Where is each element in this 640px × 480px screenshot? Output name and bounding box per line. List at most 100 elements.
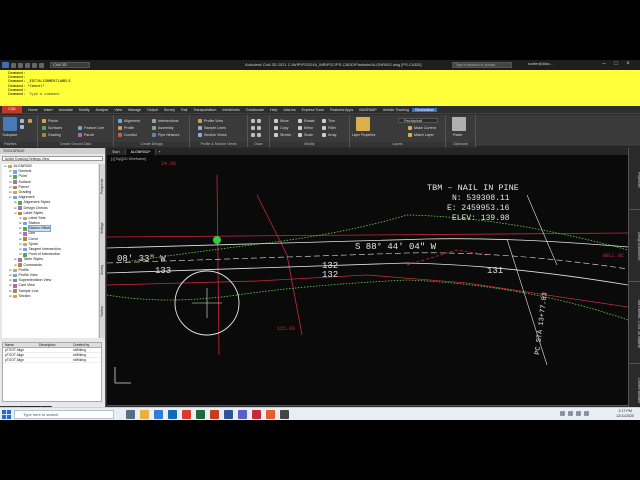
tab-home[interactable]: Home bbox=[25, 108, 41, 112]
tab-rail[interactable]: Rail bbox=[178, 108, 190, 112]
save-icon[interactable] bbox=[25, 62, 30, 68]
maximize-icon[interactable]: □ bbox=[612, 61, 620, 68]
tab-express-tools[interactable]: Express Tools bbox=[299, 108, 327, 112]
pipe-network-button[interactable]: Pipe Network bbox=[152, 132, 179, 137]
feature-line-button[interactable]: Feature Line bbox=[78, 125, 104, 130]
undo-icon[interactable] bbox=[32, 62, 37, 68]
column-header-name[interactable]: Name bbox=[3, 343, 37, 347]
civil3d-taskbar-icon[interactable] bbox=[252, 410, 261, 419]
open-icon[interactable] bbox=[18, 62, 23, 68]
tab-infraworks[interactable]: InfraWorks bbox=[219, 108, 242, 112]
sample-lines-button[interactable]: Sample Lines bbox=[198, 125, 226, 130]
tab-toolbox[interactable]: Toolbox bbox=[100, 292, 106, 332]
layer-dropdown[interactable]: PenAsphalt bbox=[398, 118, 438, 123]
app-icon-misc[interactable] bbox=[280, 410, 289, 419]
parcel-button[interactable]: Parcel bbox=[78, 132, 94, 137]
tab-settings[interactable]: Settings bbox=[100, 208, 106, 248]
app-menu-icon[interactable] bbox=[2, 62, 9, 68]
tab-annotate[interactable]: Annotate bbox=[56, 108, 76, 112]
design-automation-tab[interactable]: Design Automation bbox=[629, 212, 640, 282]
close-icon[interactable]: × bbox=[624, 61, 632, 68]
section-views-button[interactable]: Section Views bbox=[198, 132, 227, 137]
teams-icon[interactable] bbox=[238, 410, 247, 419]
tool-palettes-tab[interactable]: Tool Palettes - CIVIL 3D Imperial bbox=[629, 284, 640, 364]
excel-icon[interactable] bbox=[196, 410, 205, 419]
corridor-button[interactable]: Corridor bbox=[118, 132, 137, 137]
firefox-icon[interactable] bbox=[266, 410, 275, 419]
modify-group-label[interactable]: Modify bbox=[270, 142, 349, 147]
tab-manage[interactable]: Manage bbox=[125, 108, 144, 112]
tab-analyze[interactable]: Analyze bbox=[93, 108, 112, 112]
workspace-dropdown[interactable]: Civil 3D bbox=[50, 62, 90, 68]
alignment-button[interactable]: Alignment bbox=[118, 118, 140, 123]
battery-icon[interactable] bbox=[584, 411, 589, 416]
minimize-icon[interactable]: – bbox=[600, 61, 608, 68]
stretch-button[interactable]: Stretch bbox=[274, 132, 291, 137]
layers-group-label[interactable]: Layers bbox=[350, 142, 445, 147]
grading-button[interactable]: Grading bbox=[42, 132, 61, 137]
redo-icon[interactable] bbox=[39, 62, 44, 68]
points-button[interactable]: Points bbox=[42, 118, 58, 123]
tab-collaborate[interactable]: Collaborate bbox=[243, 108, 267, 112]
tab-modify[interactable]: Modify bbox=[76, 108, 93, 112]
clipboard-group-label[interactable]: Clipboard bbox=[446, 142, 475, 147]
layer-properties-icon[interactable] bbox=[356, 117, 370, 131]
circle-tool-icon[interactable] bbox=[251, 132, 263, 137]
tab-output[interactable]: Output bbox=[144, 108, 161, 112]
profile-button[interactable]: Profile bbox=[118, 125, 134, 130]
tray-chevron-icon[interactable] bbox=[560, 411, 565, 416]
tab-insert[interactable]: Insert bbox=[41, 108, 56, 112]
column-header-created-by[interactable]: Created by bbox=[71, 343, 101, 347]
table-row[interactable]: pTOOT Align rdWiking bbox=[3, 358, 101, 363]
profile-section-views-label[interactable]: Profile & Section Views bbox=[190, 142, 247, 147]
match-layer-button[interactable]: Match Layer bbox=[408, 132, 434, 137]
rotate-button[interactable]: Rotate bbox=[298, 118, 315, 123]
powerpoint-icon[interactable] bbox=[210, 410, 219, 419]
outlook-icon[interactable] bbox=[168, 410, 177, 419]
task-view-icon[interactable] bbox=[126, 410, 135, 419]
civil3d-logo[interactable]: C3D bbox=[2, 106, 22, 113]
line-tool-icon[interactable] bbox=[251, 118, 263, 123]
windows-start-icon[interactable] bbox=[2, 410, 11, 419]
toolspace-view-dropdown[interactable]: Active Drawing Settings View bbox=[2, 156, 103, 161]
create-ground-data-label[interactable]: Create Ground Data bbox=[38, 142, 113, 147]
chrome-icon[interactable] bbox=[182, 410, 191, 419]
palette-icon-3[interactable] bbox=[28, 118, 34, 123]
tab-survey[interactable]: Survey bbox=[100, 250, 106, 290]
paste-icon[interactable] bbox=[452, 117, 466, 131]
move-button[interactable]: Move bbox=[274, 118, 289, 123]
new-icon[interactable] bbox=[11, 62, 16, 68]
command-input[interactable]: Type a command bbox=[29, 93, 59, 97]
tab-vehicle-tracking[interactable]: Vehicle Tracking bbox=[380, 108, 412, 112]
trim-button[interactable]: Trim bbox=[322, 118, 335, 123]
profile-view-button[interactable]: Profile View bbox=[198, 118, 223, 123]
palette-icon-1[interactable] bbox=[20, 118, 26, 123]
layer-properties-button[interactable]: Layer Properties bbox=[352, 132, 375, 137]
cad-drawing[interactable]: TBM – NAIL IN PINE N: 539308.11 E: 24599… bbox=[107, 155, 628, 405]
toolspace-button[interactable]: Toolspace bbox=[2, 132, 17, 137]
tab-add-ins[interactable]: Add-ins bbox=[280, 108, 298, 112]
word-icon[interactable] bbox=[224, 410, 233, 419]
array-button[interactable]: Array bbox=[322, 132, 337, 137]
edge-icon[interactable] bbox=[154, 410, 163, 419]
paste-button[interactable]: Paste bbox=[453, 132, 462, 137]
assembly-button[interactable]: Assembly bbox=[152, 125, 174, 130]
taskbar-search-input[interactable]: Type here to search bbox=[14, 410, 114, 419]
toolspace-title[interactable]: TOOLSPACE bbox=[0, 148, 105, 154]
file-explorer-icon[interactable] bbox=[140, 410, 149, 419]
intersections-button[interactable]: Intersections bbox=[152, 118, 178, 123]
tab-survey[interactable]: Survey bbox=[161, 108, 178, 112]
make-current-button[interactable]: Make Current bbox=[408, 125, 436, 130]
tab-geolocation[interactable]: Geolocation bbox=[411, 107, 438, 112]
draw-group-label[interactable]: Draw bbox=[248, 142, 269, 147]
tree-item[interactable]: ⊞ Section bbox=[2, 294, 98, 299]
tab-view[interactable]: View bbox=[111, 108, 125, 112]
copy-button[interactable]: Copy bbox=[274, 125, 288, 130]
help-search-input[interactable]: Type a keyword or phrase bbox=[452, 62, 512, 68]
system-clock[interactable]: 2:17 PM 12/11/2020 bbox=[616, 409, 634, 419]
user-account[interactable]: scotter@diskc... bbox=[528, 62, 553, 66]
polyline-tool-icon[interactable] bbox=[251, 125, 263, 130]
surfaces-button[interactable]: Surfaces bbox=[42, 125, 62, 130]
create-design-label[interactable]: Create Design bbox=[114, 142, 189, 147]
tab-featured-apps[interactable]: Featured Apps bbox=[327, 108, 356, 112]
